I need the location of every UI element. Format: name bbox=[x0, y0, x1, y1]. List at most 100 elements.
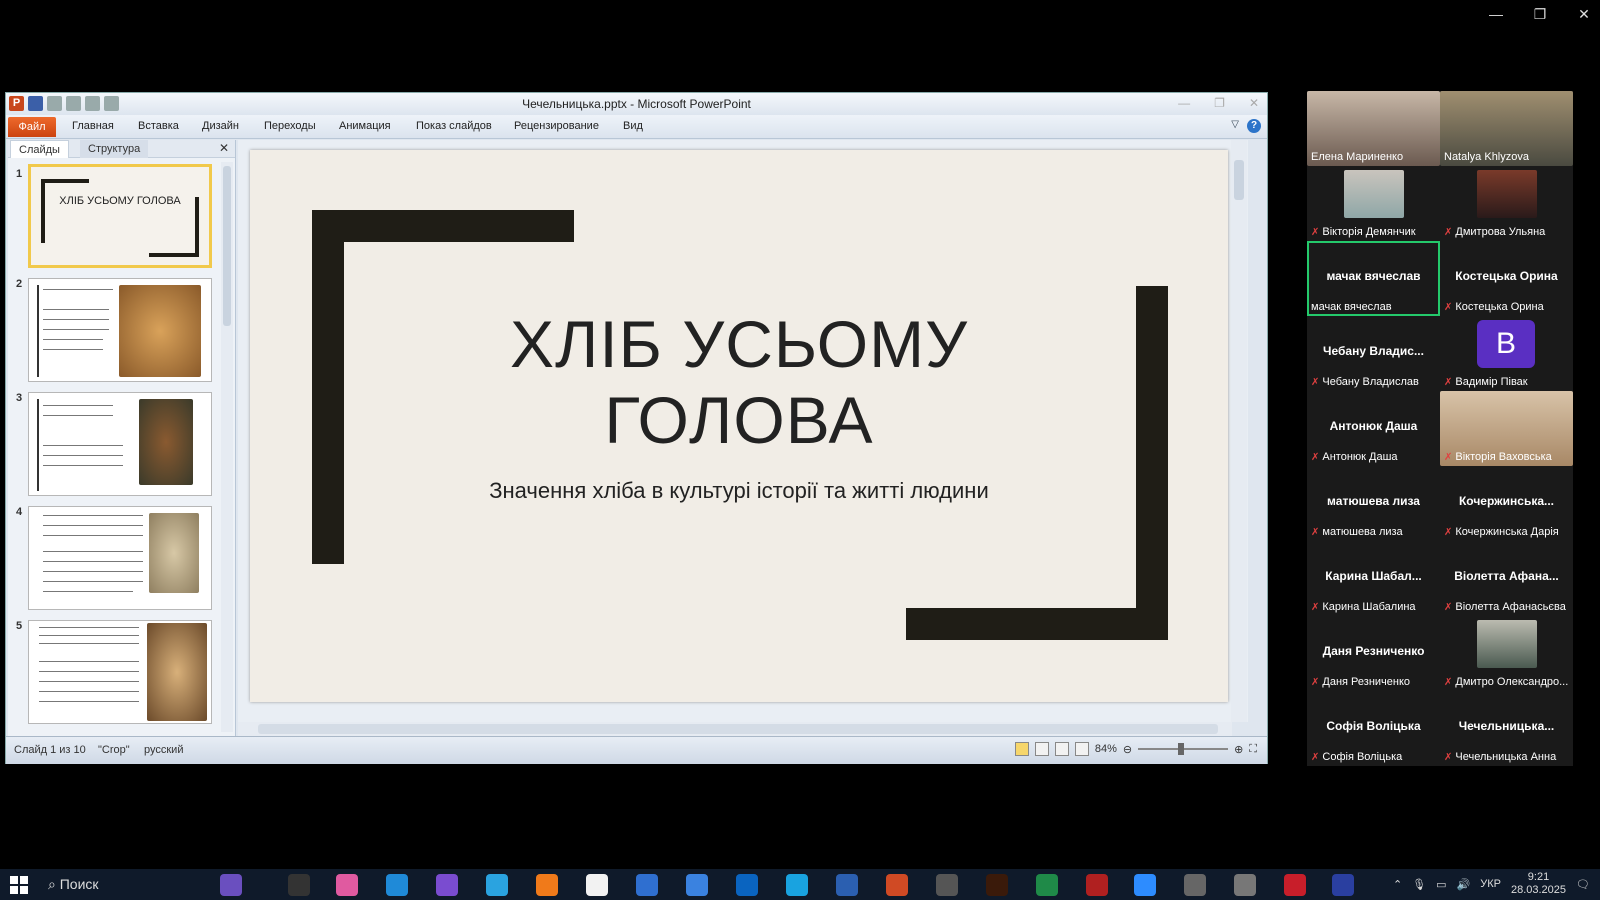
edge-icon[interactable] bbox=[386, 874, 408, 896]
widget-icon[interactable] bbox=[220, 874, 242, 896]
mic-muted-icon: ✗ bbox=[1444, 452, 1453, 463]
ribbon-collapse-icon[interactable]: ▽ bbox=[1231, 119, 1239, 133]
language[interactable]: русский bbox=[144, 744, 183, 756]
opera-icon[interactable] bbox=[1284, 874, 1306, 896]
participant-tile[interactable]: ✗ Вікторія Ваховська bbox=[1440, 391, 1573, 466]
participant-tile[interactable]: Карина Шабал... ✗ Карина Шабалина bbox=[1307, 541, 1440, 616]
participant-tile[interactable]: B ✗ Вадимір Півак bbox=[1440, 316, 1573, 391]
sorter-view-button[interactable] bbox=[1034, 742, 1049, 756]
horizontal-scrollbar[interactable] bbox=[238, 722, 1232, 736]
participant-tile[interactable]: ✗ Дмитро Олександро... bbox=[1440, 616, 1573, 691]
normal-view-button[interactable] bbox=[1014, 742, 1029, 756]
word-icon[interactable] bbox=[836, 874, 858, 896]
outlook-icon[interactable] bbox=[736, 874, 758, 896]
slide-thumbnail-4[interactable] bbox=[28, 506, 212, 610]
minimize-button[interactable]: — bbox=[1488, 6, 1504, 23]
calculator-icon[interactable] bbox=[636, 874, 658, 896]
horizontal-scroll-thumb[interactable] bbox=[258, 724, 1218, 734]
illustrator-icon[interactable] bbox=[986, 874, 1008, 896]
help-icon[interactable]: ? bbox=[1247, 119, 1261, 133]
ppt-minimize-button[interactable]: — bbox=[1178, 96, 1190, 110]
participant-tile[interactable]: ✗ Вікторія Демянчик bbox=[1307, 166, 1440, 241]
slide-subtitle[interactable]: Значення хліба в культурі історії та жит… bbox=[250, 478, 1228, 504]
participant-tile[interactable]: Чебану Владис... ✗ Чебану Владислав bbox=[1307, 316, 1440, 391]
theme-name[interactable]: "Crop" bbox=[98, 744, 130, 756]
zoom-out-icon[interactable]: ⊖ bbox=[1123, 743, 1132, 756]
tab-slideshow[interactable]: Показ слайдов bbox=[416, 120, 492, 132]
ppt-restore-button[interactable]: ❐ bbox=[1214, 96, 1225, 110]
slide-thumbnail-3[interactable] bbox=[28, 392, 212, 496]
mic-muted-icon: ✗ bbox=[1444, 677, 1453, 688]
restore-button[interactable]: ❐ bbox=[1532, 6, 1548, 23]
reading-view-button[interactable] bbox=[1054, 742, 1069, 756]
participant-tile[interactable]: Чечельницька... ✗ Чечельницька Анна bbox=[1440, 691, 1573, 766]
participant-tile[interactable]: Софія Воліцька ✗ Софія Воліцька bbox=[1307, 691, 1440, 766]
participant-tile[interactable]: Віолетта Афана... ✗ Віолетта Афанасьєва bbox=[1440, 541, 1573, 616]
ppt-close-button[interactable]: ✕ bbox=[1249, 96, 1259, 110]
app-icon[interactable] bbox=[1234, 874, 1256, 896]
vertical-scrollbar[interactable] bbox=[1231, 140, 1247, 722]
participant-tile[interactable]: Костецька Орина ✗ Костецька Орина bbox=[1440, 241, 1573, 316]
close-button[interactable]: ✕ bbox=[1576, 6, 1592, 23]
network-icon[interactable]: ▭ bbox=[1436, 878, 1446, 891]
zoom-level[interactable]: 84% bbox=[1095, 743, 1117, 755]
vertical-scroll-thumb[interactable] bbox=[1234, 160, 1244, 200]
tab-insert[interactable]: Вставка bbox=[138, 120, 179, 132]
participant-tile-active-speaker[interactable]: мачак вячеслав мачак вячеслав bbox=[1307, 241, 1440, 316]
zoom-in-icon[interactable]: ⊕ bbox=[1234, 743, 1243, 756]
panel-close-icon[interactable]: ✕ bbox=[219, 141, 229, 155]
participant-tile[interactable]: Елена Мариненко bbox=[1307, 91, 1440, 166]
taskbar-search[interactable]: ⌕ Поиск bbox=[48, 873, 208, 896]
microphone-icon[interactable]: 🎙 bbox=[1412, 878, 1426, 891]
notifications-icon[interactable]: 🗨 bbox=[1576, 878, 1590, 891]
slide-thumbnail-2[interactable] bbox=[28, 278, 212, 382]
telegram-icon[interactable] bbox=[486, 874, 508, 896]
skype-icon[interactable] bbox=[786, 874, 808, 896]
tab-home[interactable]: Главная bbox=[72, 120, 114, 132]
slide-thumbnail-1[interactable]: ХЛІБ УСЬОМУ ГОЛОВА bbox=[28, 164, 212, 268]
printer-icon[interactable] bbox=[1184, 874, 1206, 896]
participant-tile[interactable]: Natalya Khlyzova bbox=[1440, 91, 1573, 166]
tab-outline[interactable]: Структура bbox=[80, 140, 149, 158]
slide-canvas[interactable]: ХЛІБ УСЬОМУ ГОЛОВА Значення хліба в куль… bbox=[250, 150, 1228, 702]
copilot-icon[interactable] bbox=[336, 874, 358, 896]
firefox-icon[interactable] bbox=[536, 874, 558, 896]
slide-title[interactable]: ХЛІБ УСЬОМУ ГОЛОВА bbox=[250, 306, 1228, 458]
viber-icon[interactable] bbox=[436, 874, 458, 896]
tab-slides[interactable]: Слайды bbox=[10, 140, 69, 158]
calendar-icon[interactable] bbox=[686, 874, 708, 896]
slides-panel: Слайды Структура ✕ 1 ХЛІБ УСЬОМУ ГОЛОВА … bbox=[8, 140, 236, 736]
media-player-icon[interactable] bbox=[936, 874, 958, 896]
zoom-icon[interactable] bbox=[1134, 874, 1156, 896]
participant-tile[interactable]: матюшева лиза ✗ матюшева лиза bbox=[1307, 466, 1440, 541]
panel-scroll-thumb[interactable] bbox=[223, 166, 231, 326]
panel-scrollbar[interactable] bbox=[221, 162, 233, 732]
fit-window-icon[interactable]: ⛶ bbox=[1249, 743, 1257, 756]
tab-view[interactable]: Вид bbox=[623, 120, 643, 132]
tab-animation[interactable]: Анимация bbox=[339, 120, 391, 132]
participant-tile[interactable]: ✗ Дмитрова Ульяна bbox=[1440, 166, 1573, 241]
tab-review[interactable]: Рецензирование bbox=[514, 120, 599, 132]
file-icon[interactable] bbox=[586, 874, 608, 896]
millstone-image bbox=[149, 513, 199, 593]
zoom-slider[interactable] bbox=[1138, 743, 1229, 755]
slideshow-view-button[interactable] bbox=[1074, 742, 1089, 756]
input-language[interactable]: УКР bbox=[1480, 878, 1501, 890]
participant-tile[interactable]: Кочержинська... ✗ Кочержинська Дарія bbox=[1440, 466, 1573, 541]
app-icon[interactable] bbox=[1086, 874, 1108, 896]
clock[interactable]: 9:21 28.03.2025 bbox=[1511, 871, 1566, 897]
tray-expand-icon[interactable]: ⌃ bbox=[1393, 878, 1402, 891]
slide-thumbnail-5[interactable] bbox=[28, 620, 212, 724]
volume-icon[interactable]: 🔊 bbox=[1457, 878, 1471, 891]
windows-start-icon[interactable] bbox=[10, 876, 28, 894]
tab-design[interactable]: Дизайн bbox=[202, 120, 239, 132]
participant-tile[interactable]: Антонюк Даша ✗ Антонюк Даша bbox=[1307, 391, 1440, 466]
visio-icon[interactable] bbox=[1332, 874, 1354, 896]
excel-icon[interactable] bbox=[1036, 874, 1058, 896]
powerpoint-icon[interactable] bbox=[886, 874, 908, 896]
tab-transitions[interactable]: Переходы bbox=[264, 120, 316, 132]
participant-name: матюшева лиза bbox=[1322, 526, 1403, 538]
participant-tile[interactable]: Даня Резниченко ✗ Даня Резниченко bbox=[1307, 616, 1440, 691]
tab-file[interactable]: Файл bbox=[8, 117, 56, 137]
task-view-icon[interactable] bbox=[288, 874, 310, 896]
